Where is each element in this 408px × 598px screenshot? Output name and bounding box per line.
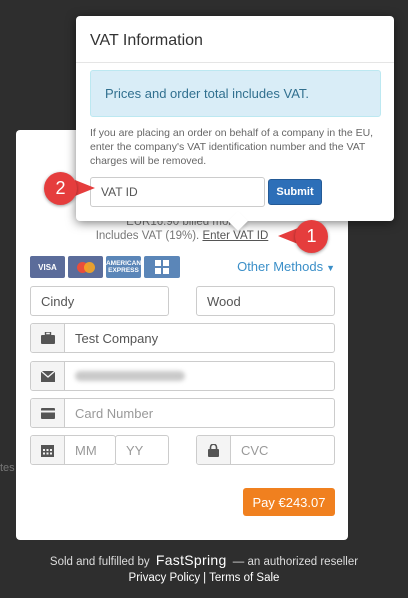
enter-vat-id-link[interactable]: Enter VAT ID — [202, 230, 268, 242]
terms-of-sale-link[interactable]: Terms of Sale — [209, 572, 279, 584]
background-text: tes — [0, 462, 15, 474]
first-name-field[interactable]: Cindy — [30, 286, 169, 316]
calendar-icon — [31, 436, 65, 464]
cvc-placeholder: CVC — [241, 442, 269, 458]
vat-popover: VAT Information Prices and order total i… — [76, 16, 394, 231]
vat-id-input[interactable] — [90, 177, 265, 207]
reseller-text: — an authorized reseller — [232, 556, 359, 568]
footer-links: Privacy Policy | Terms of Sale — [0, 572, 408, 584]
popover-divider — [76, 62, 394, 63]
card-number-placeholder: Card Number — [75, 405, 154, 421]
expiry-year-field[interactable]: YY — [115, 435, 169, 465]
mastercard-icon[interactable] — [68, 256, 103, 278]
step-marker-1: 1 — [295, 220, 328, 253]
expiry-year-placeholder: YY — [126, 442, 144, 458]
other-methods-dropdown[interactable]: Other Methods ▼ — [237, 259, 335, 274]
first-name-value: Cindy — [41, 293, 75, 309]
pay-button[interactable]: Pay €243.07 — [243, 488, 335, 516]
vat-included-alert: Prices and order total includes VAT. — [90, 70, 381, 117]
payment-icons: VISA AMERICAN EXPRESS — [30, 256, 180, 278]
last-name-value: Wood — [207, 293, 241, 309]
alert-text: Prices and order total includes VAT. — [105, 86, 310, 101]
marker-2-pointer — [75, 180, 95, 196]
company-field[interactable]: Test Company — [30, 323, 335, 353]
visa-label: VISA — [38, 262, 57, 272]
company-value: Test Company — [75, 330, 159, 346]
popover-title: VAT Information — [90, 32, 203, 49]
amex-label: AMERICAN EXPRESS — [105, 260, 142, 274]
fastspring-logo: FastSpring — [155, 552, 227, 568]
visa-icon[interactable]: VISA — [30, 256, 65, 278]
cvc-field[interactable]: CVC — [196, 435, 335, 465]
discover-icon[interactable] — [144, 256, 180, 278]
email-field[interactable] — [30, 361, 335, 391]
sold-by-text: Sold and fulfilled by — [49, 556, 150, 568]
briefcase-icon — [31, 324, 65, 352]
caret-down-icon: ▼ — [326, 263, 335, 273]
credit-card-icon — [31, 399, 65, 427]
envelope-icon — [31, 362, 65, 390]
footer-separator: | — [203, 572, 207, 584]
privacy-policy-link[interactable]: Privacy Policy — [129, 572, 201, 584]
vat-note-text: Includes VAT (19%). — [95, 230, 200, 242]
amex-icon[interactable]: AMERICAN EXPRESS — [106, 256, 141, 278]
card-number-field[interactable]: Card Number — [30, 398, 335, 428]
email-blurred-value — [75, 371, 185, 381]
expiry-month-placeholder: MM — [75, 442, 97, 458]
vat-description: If you are placing an order on behalf of… — [90, 127, 374, 167]
last-name-field[interactable]: Wood — [196, 286, 335, 316]
vat-submit-button[interactable]: Submit — [268, 179, 322, 205]
other-methods-label: Other Methods — [237, 259, 324, 274]
lock-icon — [197, 436, 231, 464]
expiry-month-field[interactable]: MM — [30, 435, 116, 465]
step-marker-2: 2 — [44, 172, 77, 205]
footer-seller: Sold and fulfilled by FastSpring — an au… — [0, 552, 408, 568]
